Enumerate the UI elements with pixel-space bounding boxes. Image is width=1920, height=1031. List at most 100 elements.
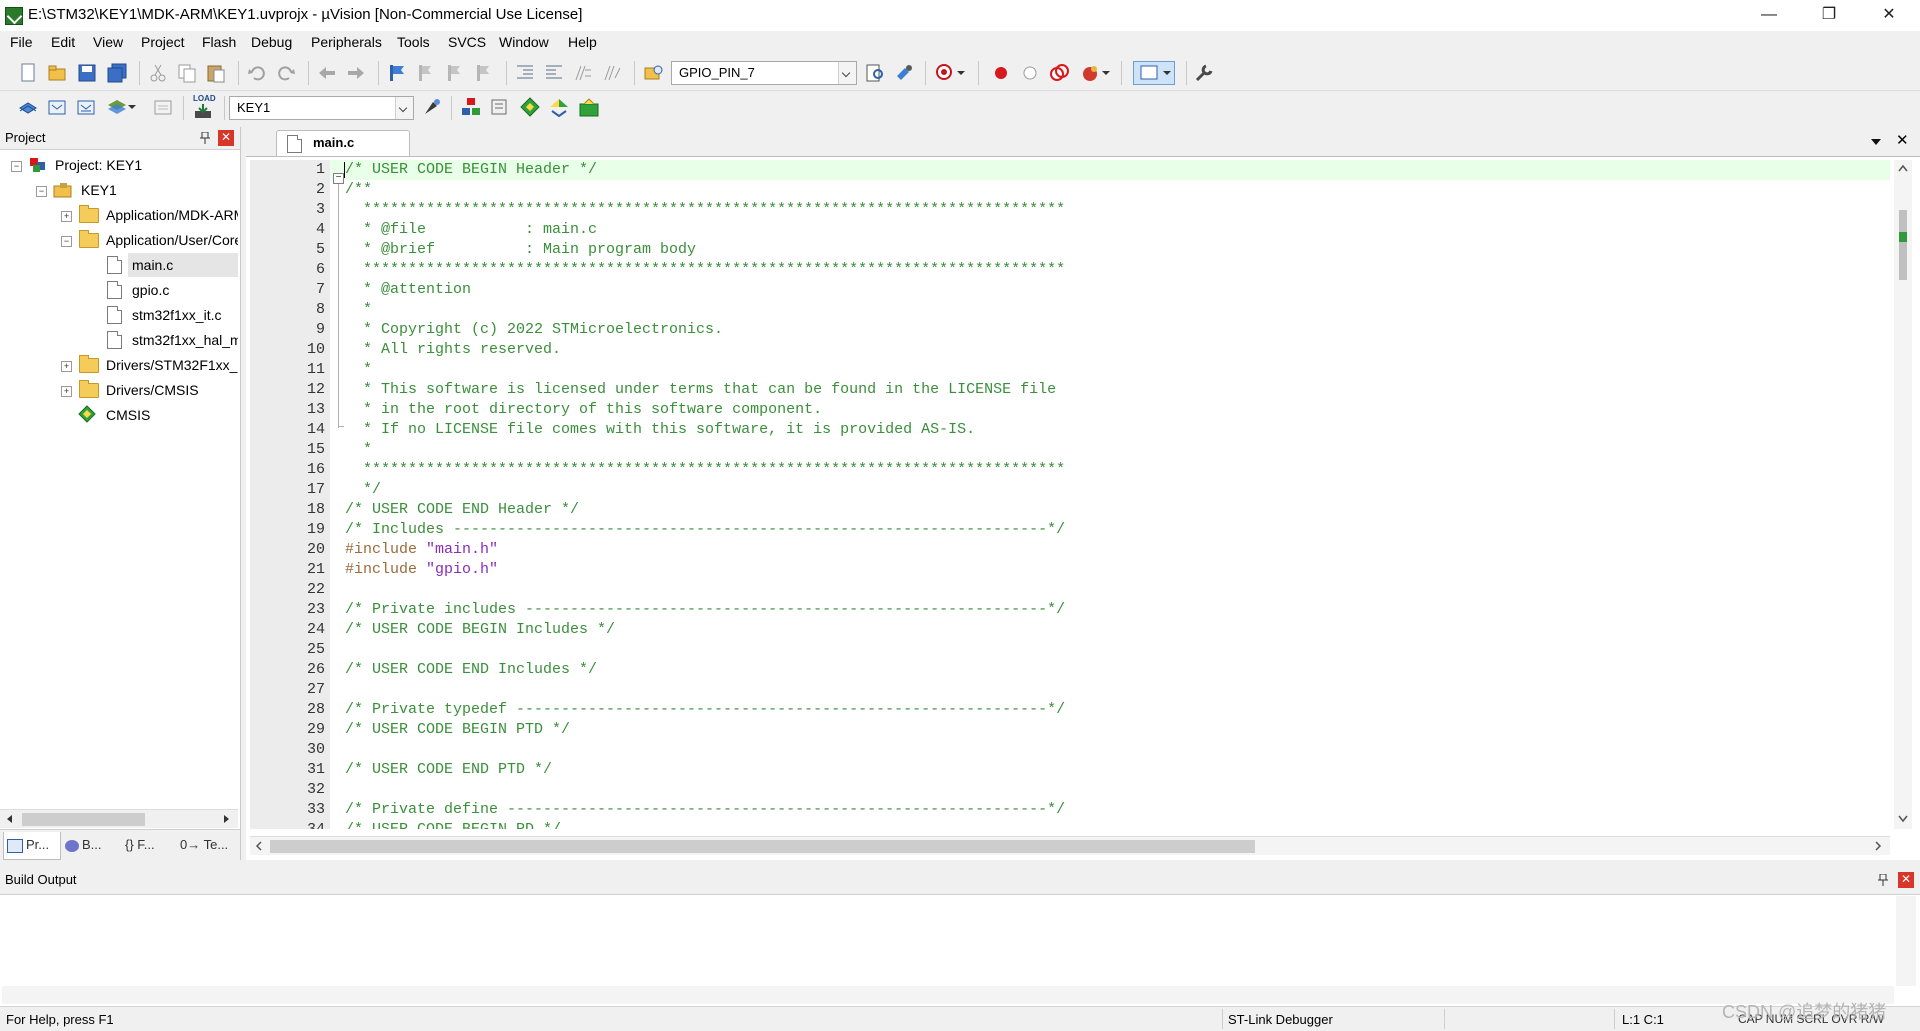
target-options-icon[interactable]: [421, 96, 443, 118]
close-panel-icon[interactable]: ✕: [1898, 872, 1914, 888]
navigate-back-icon[interactable]: [316, 62, 338, 84]
collapse-toggle[interactable]: −: [61, 236, 72, 247]
scroll-left-icon[interactable]: [5, 814, 15, 824]
save-all-icon[interactable]: [106, 62, 128, 84]
menu-view[interactable]: View: [93, 34, 123, 50]
debug-dropdown-icon[interactable]: [956, 65, 966, 81]
translate-icon[interactable]: [17, 96, 39, 118]
target-select[interactable]: KEY1: [229, 96, 414, 120]
configure-wrench-icon[interactable]: [1193, 62, 1215, 84]
debug-session-icon[interactable]: [934, 62, 956, 84]
project-horizontal-scrollbar[interactable]: [0, 809, 238, 828]
tree-item-target[interactable]: KEY1: [81, 178, 117, 202]
menu-peripherals[interactable]: Peripherals: [311, 34, 382, 50]
menu-debug[interactable]: Debug: [251, 34, 292, 50]
scroll-left-icon[interactable]: [255, 841, 263, 851]
cut-icon[interactable]: [147, 62, 169, 84]
bookmark-next-icon[interactable]: [444, 62, 466, 84]
expand-toggle[interactable]: +: [61, 211, 72, 222]
scrollbar-thumb[interactable]: [270, 840, 1255, 853]
expand-toggle[interactable]: +: [61, 361, 72, 372]
breakpoint-dropdown-icon[interactable]: [1101, 65, 1111, 81]
tree-item-file[interactable]: main.c: [132, 253, 173, 277]
scrollbar-thumb[interactable]: [1899, 210, 1907, 280]
kill-all-breakpoints-icon[interactable]: [1079, 62, 1101, 84]
open-file-icon[interactable]: [46, 62, 68, 84]
code-editor[interactable]: 1/* USER CODE BEGIN Header */2/** 3 *****…: [250, 160, 1890, 829]
expand-toggle[interactable]: +: [61, 386, 72, 397]
tree-item-group[interactable]: Application/User/Core: [106, 228, 238, 252]
find-combo[interactable]: GPIO_PIN_7: [671, 61, 857, 85]
tab-list-dropdown-icon[interactable]: [1870, 137, 1882, 147]
pack-installer-icon[interactable]: [548, 96, 570, 118]
tree-item-project[interactable]: Project: KEY1: [55, 153, 142, 177]
unindent-icon[interactable]: [543, 62, 565, 84]
manage-rte-icon[interactable]: [519, 96, 541, 118]
build-output-horizontal-scrollbar[interactable]: [2, 986, 1894, 1004]
pin-icon[interactable]: [200, 132, 210, 144]
bookmark-clear-icon[interactable]: [473, 62, 495, 84]
tree-item-file[interactable]: stm32f1xx_hal_msp.c: [132, 328, 238, 352]
build-output-text[interactable]: [2, 896, 1894, 986]
scroll-right-icon[interactable]: [221, 814, 231, 824]
indent-icon[interactable]: [514, 62, 536, 84]
uncomment-selection-icon[interactable]: [601, 62, 623, 84]
tree-item-file[interactable]: stm32f1xx_it.c: [132, 303, 221, 327]
batch-dropdown-icon[interactable]: [127, 99, 137, 115]
tree-item-group[interactable]: Drivers/STM32F1xx_HAL_Driver: [106, 353, 238, 377]
tree-item-group[interactable]: Drivers/CMSIS: [106, 378, 199, 402]
menu-tools[interactable]: Tools: [397, 34, 430, 50]
fold-toggle[interactable]: −: [333, 173, 344, 184]
close-editor-icon[interactable]: ✕: [1896, 131, 1909, 149]
redo-icon[interactable]: [275, 62, 297, 84]
restore-button[interactable]: ❐: [1806, 0, 1852, 31]
stop-build-icon[interactable]: [152, 96, 174, 118]
build-output-vertical-scrollbar[interactable]: [1896, 896, 1916, 986]
undo-icon[interactable]: [246, 62, 268, 84]
manage-project-items-icon[interactable]: [460, 96, 482, 118]
scroll-up-icon[interactable]: [1898, 164, 1908, 172]
disable-all-breakpoints-icon[interactable]: [1048, 62, 1070, 84]
batch-build-icon[interactable]: [106, 96, 128, 118]
collapse-toggle[interactable]: −: [11, 161, 22, 172]
copy-icon[interactable]: [176, 62, 198, 84]
select-packs-icon[interactable]: [489, 96, 511, 118]
scrollbar-thumb[interactable]: [22, 813, 145, 826]
tab-templates[interactable]: 0→ Te...: [180, 834, 228, 856]
chevron-down-icon[interactable]: [838, 62, 856, 84]
scroll-right-icon[interactable]: [1874, 841, 1882, 851]
close-button[interactable]: ✕: [1866, 0, 1912, 31]
tree-item-component[interactable]: CMSIS: [106, 403, 150, 427]
save-icon[interactable]: [76, 62, 98, 84]
tab-project[interactable]: Pr...: [7, 834, 49, 856]
chevron-down-icon[interactable]: [395, 97, 413, 119]
enable-breakpoint-icon[interactable]: [1019, 62, 1041, 84]
menu-flash[interactable]: Flash: [202, 34, 236, 50]
build-icon[interactable]: [46, 96, 68, 118]
software-packs-icon[interactable]: [578, 96, 600, 118]
menu-edit[interactable]: Edit: [51, 34, 75, 50]
replace-icon[interactable]: [893, 62, 915, 84]
bookmark-toggle-icon[interactable]: [386, 62, 408, 84]
close-panel-icon[interactable]: ✕: [218, 130, 234, 146]
new-file-icon[interactable]: [17, 62, 39, 84]
editor-horizontal-scrollbar[interactable]: [250, 836, 1890, 855]
find-in-files-icon[interactable]: [643, 62, 665, 84]
menu-project[interactable]: Project: [141, 34, 185, 50]
menu-window[interactable]: Window: [499, 34, 549, 50]
window-layout-icon[interactable]: [1133, 61, 1175, 85]
minimize-button[interactable]: —: [1746, 0, 1792, 31]
tab-books[interactable]: B...: [65, 834, 102, 856]
navigate-forward-icon[interactable]: [345, 62, 367, 84]
collapse-toggle[interactable]: −: [36, 186, 47, 197]
tab-main-c[interactable]: main.c: [276, 130, 410, 156]
bookmark-prev-icon[interactable]: [415, 62, 437, 84]
comment-selection-icon[interactable]: [572, 62, 594, 84]
tab-functions[interactable]: {} F...: [125, 834, 155, 856]
menu-help[interactable]: Help: [568, 34, 597, 50]
menu-svcs[interactable]: SVCS: [448, 34, 486, 50]
load-flash-button[interactable]: LOAD: [191, 94, 216, 120]
insert-breakpoint-icon[interactable]: [990, 62, 1012, 84]
rebuild-icon[interactable]: [75, 96, 97, 118]
incremental-find-icon[interactable]: [864, 62, 886, 84]
